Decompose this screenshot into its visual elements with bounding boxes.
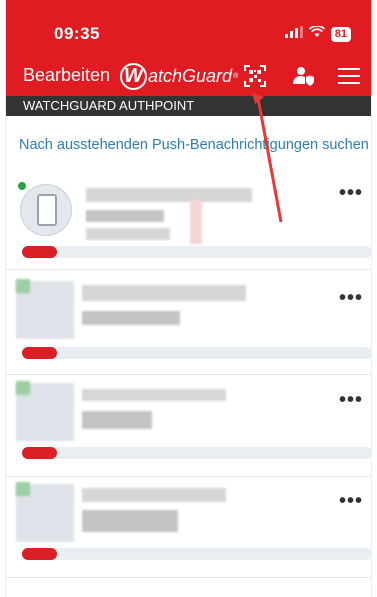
token-timer-progress — [22, 548, 371, 560]
progress-fill — [22, 246, 57, 258]
progress-fill — [22, 347, 57, 359]
battery-indicator: 81 — [330, 26, 351, 42]
token-card[interactable]: ••• — [6, 478, 371, 578]
menu-button[interactable] — [336, 64, 362, 88]
token-detail-redacted — [82, 510, 178, 532]
search-push-notifications-link[interactable]: Nach ausstehenden Push-Benachrichtigunge… — [19, 137, 369, 153]
logo-letter: W — [120, 62, 147, 90]
token-detail-redacted — [86, 210, 164, 222]
token-name-redacted — [82, 389, 226, 401]
progress-fill — [22, 447, 57, 459]
token-card[interactable]: ••• — [6, 377, 371, 477]
more-options-icon[interactable]: ••• — [339, 389, 363, 412]
token-name-redacted — [82, 285, 246, 301]
logo-text: atchGuard — [148, 65, 233, 86]
status-icons: 81 — [284, 25, 351, 43]
more-options-icon[interactable]: ••• — [339, 287, 363, 310]
token-name-redacted — [82, 488, 226, 502]
token-detail-redacted — [86, 228, 170, 240]
phone-screen: 09:35 81 Bearbeiten W atchGuard ® WATCHG… — [5, 0, 372, 597]
more-options-icon[interactable]: ••• — [339, 490, 363, 513]
header: 09:35 81 Bearbeiten W atchGuard ® — [6, 0, 371, 96]
token-timer-progress — [22, 246, 371, 258]
user-shield-icon — [293, 67, 314, 86]
token-avatar — [20, 184, 72, 236]
token-detail-redacted — [82, 311, 180, 325]
qr-scan-icon — [244, 65, 266, 87]
signal-icon — [284, 25, 303, 43]
more-options-icon[interactable]: ••• — [339, 182, 363, 205]
active-status-dot — [18, 182, 26, 190]
watchguard-logo: W atchGuard ® — [120, 62, 238, 90]
user-settings-button[interactable] — [290, 64, 316, 88]
smartphone-icon — [37, 194, 57, 226]
token-timer-progress — [22, 447, 371, 459]
logo-registered-mark: ® — [233, 72, 239, 80]
token-detail-redacted — [82, 411, 152, 429]
token-detail-redacted — [190, 200, 202, 244]
token-card[interactable]: ••• — [6, 170, 371, 270]
app-title-bar: WATCHGUARD AUTHPOINT — [6, 96, 371, 116]
token-card[interactable]: ••• — [6, 275, 371, 375]
progress-fill — [22, 548, 57, 560]
active-status-redacted — [16, 482, 30, 496]
active-status-redacted — [16, 381, 30, 395]
hamburger-menu-icon — [338, 68, 360, 84]
token-timer-progress — [22, 347, 371, 359]
token-name-redacted — [86, 188, 252, 202]
wifi-icon — [308, 25, 325, 43]
edit-button[interactable]: Bearbeiten — [23, 65, 110, 86]
status-time: 09:35 — [54, 24, 100, 43]
active-status-redacted — [16, 279, 30, 293]
qr-scan-button[interactable] — [242, 64, 268, 88]
toolbar: Bearbeiten W atchGuard ® — [6, 62, 371, 92]
